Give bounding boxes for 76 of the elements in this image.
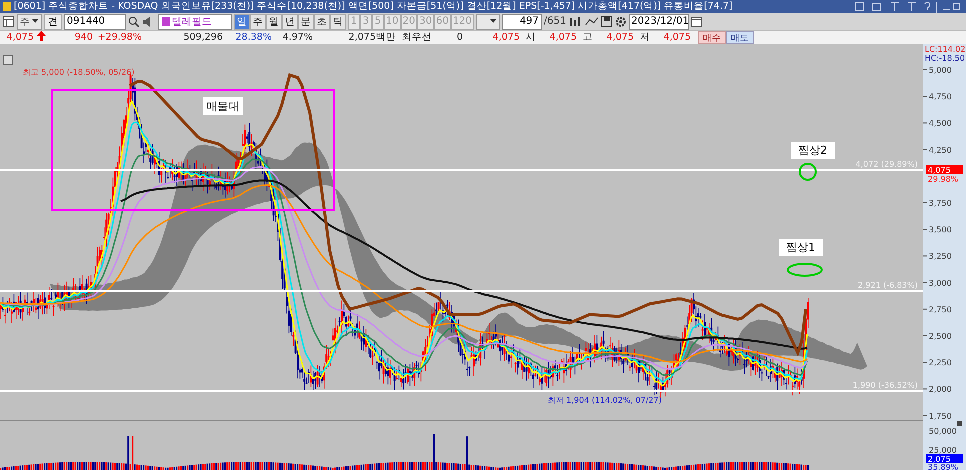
price-tick-label: 2,250 [929, 358, 952, 368]
period-tab[interactable]: 틱 [330, 14, 346, 30]
open-label: 시 [525, 31, 537, 44]
price-tick-label: 4,750 [929, 92, 952, 102]
stock-type-icon [162, 17, 170, 26]
caret-icon[interactable] [32, 19, 39, 24]
box-label: 매물대 [203, 97, 243, 115]
hc-label: HC:-18.50 [925, 54, 966, 63]
volume-tag: 2,075 [926, 454, 963, 464]
lc-label: LC:114.02 [925, 45, 966, 54]
change-rate: +29.98% [96, 32, 143, 43]
settings-icon[interactable] [614, 16, 626, 28]
dropdown[interactable] [476, 14, 500, 30]
total-count: /651 [544, 16, 566, 27]
period-tab[interactable]: 년 [282, 14, 298, 30]
price-tick-label: 1,750 [929, 412, 952, 421]
ratio-value: 4.97% [282, 32, 314, 43]
current-price: 4,075 [6, 32, 35, 43]
window-title: [0601] 주식종합차트 - KOSDAQ 외국인보유[233(천)] 주식수[10,238(천)] 액면[500] 자본금[51(억)] 결산[12월] EPS[-1,457] 시가총액[417(억)] 유통비율[74.7] [14, 0, 734, 13]
period-tab[interactable]: 분 [298, 14, 314, 30]
low-marker-label: 최저 1,904 (114.02%, 07/27) [548, 396, 662, 405]
best-price-label: 최우선 [401, 31, 433, 44]
save-icon[interactable] [600, 16, 612, 28]
price-change: 940 [74, 32, 94, 43]
price-tick-label: 2,000 [929, 385, 952, 394]
calendar-icon[interactable] [690, 16, 702, 28]
market-dropdown[interactable]: 주 [17, 14, 42, 30]
note-label: 찜상2 [791, 142, 835, 159]
best-quantity: 0 [456, 32, 464, 43]
caret-icon[interactable] [490, 19, 498, 24]
price-tag: 4,075 [926, 165, 963, 175]
period-tab[interactable]: 주 [250, 14, 266, 30]
volume-tick-label: 50,000 [929, 427, 957, 436]
window-controls-icon[interactable] [853, 0, 963, 12]
price-tick-label: 3,750 [929, 199, 952, 208]
stock-name-field[interactable]: 텔레필드 [158, 14, 232, 30]
turnover-rate: 28.38% [234, 32, 273, 43]
price-tick-label: 3,250 [929, 252, 952, 262]
price-tick-label: 4,250 [929, 146, 952, 155]
circle-marker [799, 163, 817, 181]
layout-icon[interactable] [3, 16, 15, 28]
app-icon [3, 2, 11, 11]
mode-button[interactable]: 견 [44, 14, 62, 30]
buy-button[interactable]: 매수 [698, 31, 726, 44]
price-tick-label: 2,500 [929, 332, 952, 341]
volume-tick-label: 25,000 [929, 446, 957, 455]
best-price: 4,075 [492, 32, 521, 43]
stock-code-field[interactable]: 091440 [64, 14, 126, 30]
open-price: 4,075 [548, 32, 578, 43]
price-tick-label: 3,500 [929, 226, 952, 235]
chart-menu-icon[interactable] [4, 56, 14, 66]
trade-amount: 2,075백만 [348, 31, 397, 44]
note-label: 찜상1 [779, 239, 823, 256]
period-tab[interactable]: 일 [234, 14, 250, 30]
low-label: 저 [639, 31, 651, 44]
up-arrow-icon [37, 31, 49, 44]
price-tag-rate: 29.98% [928, 175, 959, 184]
volume-tag-rate: 35.89% [928, 463, 959, 470]
period-tab[interactable]: 월 [266, 14, 282, 30]
search-icon[interactable] [128, 16, 140, 28]
price-tick-label: 2,750 [929, 305, 952, 314]
high-marker-label: 최고 5,000 (-18.50%, 05/26) [23, 68, 135, 77]
line-tool-icon[interactable] [584, 16, 598, 28]
chart-tool-icon[interactable] [568, 16, 582, 28]
low-price: 4,075 [662, 32, 692, 43]
price-tick-label: 5,000 [929, 66, 952, 75]
date-field[interactable]: 2023/12/01 [628, 14, 688, 30]
volume-value: 509,296 [182, 32, 224, 43]
price-tick-label: 3,000 [929, 278, 952, 288]
count-field[interactable]: 497 [502, 14, 542, 30]
high-price: 4,075 [606, 32, 635, 43]
sell-button[interactable]: 매도 [726, 31, 754, 44]
circle-marker [787, 263, 823, 277]
period-tab[interactable]: 초 [314, 14, 330, 30]
high-label: 고 [582, 31, 594, 44]
price-tick-label: 4,500 [929, 119, 952, 128]
